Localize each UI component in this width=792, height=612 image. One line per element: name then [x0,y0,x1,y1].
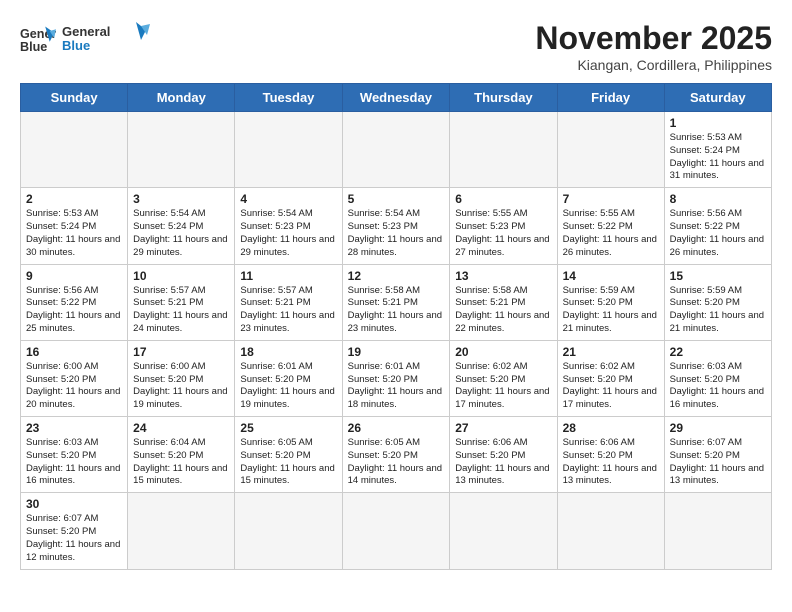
day-11: 11 Sunrise: 5:57 AMSunset: 5:21 PMDaylig… [235,264,342,340]
day-5: 5 Sunrise: 5:54 AMSunset: 5:23 PMDayligh… [342,188,450,264]
empty-cell [450,112,557,188]
empty-cell [557,493,664,569]
empty-cell [342,493,450,569]
day-25: 25 Sunrise: 6:05 AMSunset: 5:20 PMDaylig… [235,417,342,493]
empty-cell [235,112,342,188]
day-26: 26 Sunrise: 6:05 AMSunset: 5:20 PMDaylig… [342,417,450,493]
header-monday: Monday [128,84,235,112]
header-sunday: Sunday [21,84,128,112]
calendar-row-5: 23 Sunrise: 6:03 AMSunset: 5:20 PMDaylig… [21,417,772,493]
day-15: 15 Sunrise: 5:59 AMSunset: 5:20 PMDaylig… [664,264,771,340]
day-27: 27 Sunrise: 6:06 AMSunset: 5:20 PMDaylig… [450,417,557,493]
calendar-row-1: 1 Sunrise: 5:53 AM Sunset: 5:24 PM Dayli… [21,112,772,188]
header-tuesday: Tuesday [235,84,342,112]
location-title: Kiangan, Cordillera, Philippines [535,57,772,73]
day-7: 7 Sunrise: 5:55 AMSunset: 5:22 PMDayligh… [557,188,664,264]
logo: General Blue General Blue [20,20,152,60]
svg-text:General: General [62,24,110,39]
day-24: 24 Sunrise: 6:04 AMSunset: 5:20 PMDaylig… [128,417,235,493]
empty-cell [128,112,235,188]
day-2: 2 Sunrise: 5:53 AMSunset: 5:24 PMDayligh… [21,188,128,264]
calendar-row-6: 30 Sunrise: 6:07 AMSunset: 5:20 PMDaylig… [21,493,772,569]
month-title: November 2025 [535,20,772,57]
day-18: 18 Sunrise: 6:01 AMSunset: 5:20 PMDaylig… [235,340,342,416]
header: General Blue General Blue November 2025 … [20,20,772,73]
day-13: 13 Sunrise: 5:58 AMSunset: 5:21 PMDaylig… [450,264,557,340]
empty-cell [235,493,342,569]
logo-icon: General Blue [20,22,56,58]
header-friday: Friday [557,84,664,112]
day-23: 23 Sunrise: 6:03 AMSunset: 5:20 PMDaylig… [21,417,128,493]
day-6: 6 Sunrise: 5:55 AMSunset: 5:23 PMDayligh… [450,188,557,264]
day-19: 19 Sunrise: 6:01 AMSunset: 5:20 PMDaylig… [342,340,450,416]
empty-cell [557,112,664,188]
empty-cell [450,493,557,569]
empty-cell [342,112,450,188]
day-4: 4 Sunrise: 5:54 AMSunset: 5:23 PMDayligh… [235,188,342,264]
calendar: Sunday Monday Tuesday Wednesday Thursday… [20,83,772,570]
day-1: 1 Sunrise: 5:53 AM Sunset: 5:24 PM Dayli… [664,112,771,188]
calendar-row-2: 2 Sunrise: 5:53 AMSunset: 5:24 PMDayligh… [21,188,772,264]
weekday-header-row: Sunday Monday Tuesday Wednesday Thursday… [21,84,772,112]
day-29: 29 Sunrise: 6:07 AMSunset: 5:20 PMDaylig… [664,417,771,493]
day-9: 9 Sunrise: 5:56 AMSunset: 5:22 PMDayligh… [21,264,128,340]
day-8: 8 Sunrise: 5:56 AMSunset: 5:22 PMDayligh… [664,188,771,264]
day-16: 16 Sunrise: 6:00 AMSunset: 5:20 PMDaylig… [21,340,128,416]
calendar-row-4: 16 Sunrise: 6:00 AMSunset: 5:20 PMDaylig… [21,340,772,416]
generalblue-logo: General Blue [62,20,152,60]
day-20: 20 Sunrise: 6:02 AMSunset: 5:20 PMDaylig… [450,340,557,416]
day-12: 12 Sunrise: 5:58 AMSunset: 5:21 PMDaylig… [342,264,450,340]
empty-cell [128,493,235,569]
day-30: 30 Sunrise: 6:07 AMSunset: 5:20 PMDaylig… [21,493,128,569]
day-3: 3 Sunrise: 5:54 AMSunset: 5:24 PMDayligh… [128,188,235,264]
svg-text:Blue: Blue [62,38,90,53]
header-saturday: Saturday [664,84,771,112]
day-28: 28 Sunrise: 6:06 AMSunset: 5:20 PMDaylig… [557,417,664,493]
svg-text:Blue: Blue [20,40,47,54]
header-wednesday: Wednesday [342,84,450,112]
empty-cell [21,112,128,188]
day-17: 17 Sunrise: 6:00 AMSunset: 5:20 PMDaylig… [128,340,235,416]
day-21: 21 Sunrise: 6:02 AMSunset: 5:20 PMDaylig… [557,340,664,416]
day-14: 14 Sunrise: 5:59 AMSunset: 5:20 PMDaylig… [557,264,664,340]
empty-cell [664,493,771,569]
day-22: 22 Sunrise: 6:03 AMSunset: 5:20 PMDaylig… [664,340,771,416]
header-thursday: Thursday [450,84,557,112]
title-area: November 2025 Kiangan, Cordillera, Phili… [535,20,772,73]
day-10: 10 Sunrise: 5:57 AMSunset: 5:21 PMDaylig… [128,264,235,340]
calendar-row-3: 9 Sunrise: 5:56 AMSunset: 5:22 PMDayligh… [21,264,772,340]
